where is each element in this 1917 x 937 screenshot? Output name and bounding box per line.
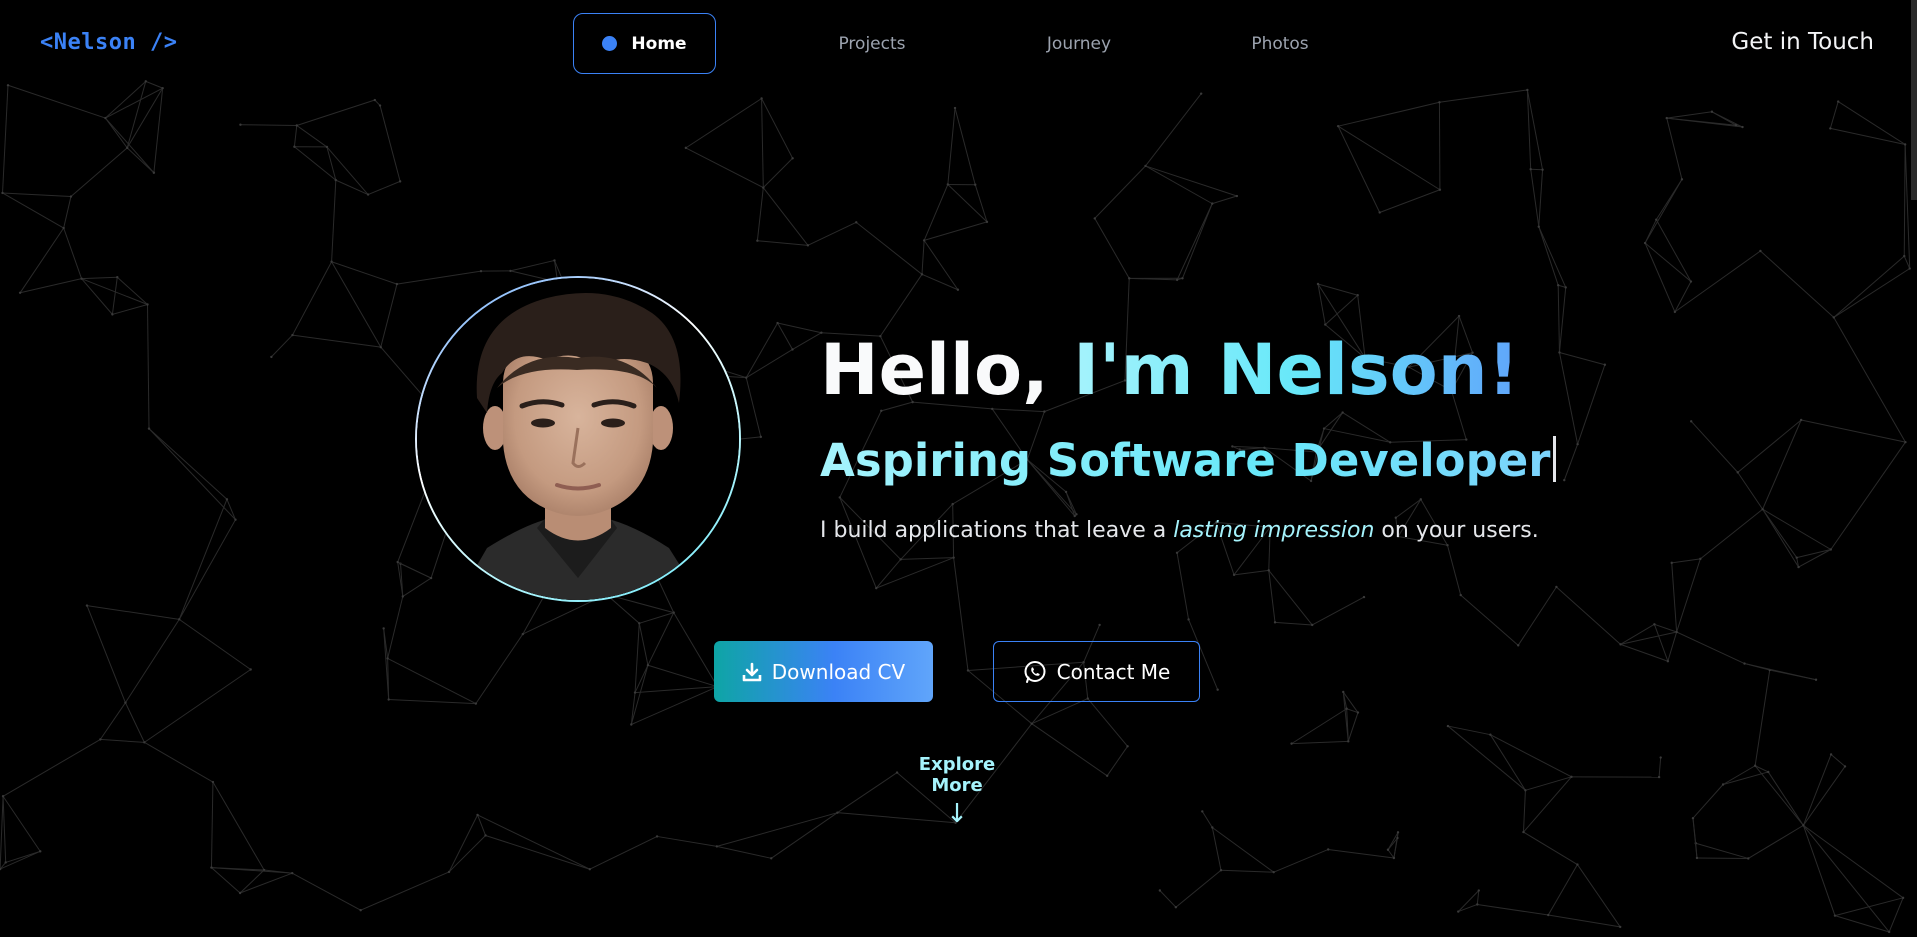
explore-more-link[interactable]: Explore More ↓: [896, 754, 1018, 828]
logo[interactable]: <Nelson />: [40, 30, 177, 55]
nav-item-home[interactable]: Home: [573, 13, 716, 74]
hero-subtitle: Aspiring Software Developer: [820, 433, 1556, 489]
whatsapp-icon: [1023, 660, 1047, 684]
avatar: [415, 276, 741, 602]
download-cv-label: Download CV: [771, 659, 906, 684]
active-dot-icon: [602, 36, 618, 51]
portrait-illustration: [417, 278, 739, 600]
hero-desc-before: I build applications that leave a: [820, 518, 1174, 543]
nav-item-label: Projects: [838, 33, 906, 54]
contact-me-label: Contact Me: [1056, 659, 1171, 684]
download-cv-button[interactable]: Download CV: [714, 641, 933, 702]
typing-caret: [1552, 436, 1556, 482]
contact-me-button[interactable]: Contact Me: [993, 641, 1200, 702]
hero-desc-emphasis: lasting impression: [1173, 518, 1375, 543]
nav-item-label: Journey: [1046, 33, 1112, 54]
hero-subtitle-text: Aspiring Software Developer: [820, 434, 1551, 487]
nav-item-label: Photos: [1251, 33, 1309, 54]
nav-item-projects[interactable]: Projects: [829, 13, 915, 74]
nav-item-journey[interactable]: Journey: [1035, 13, 1123, 74]
hero-title: Hello, I'm Nelson!: [820, 330, 1519, 410]
avatar-photo: [417, 278, 739, 600]
nav-item-photos[interactable]: Photos: [1239, 13, 1321, 74]
navbar: <Nelson /> Home Projects Journey Photos …: [0, 0, 1917, 90]
page: <Nelson /> Home Projects Journey Photos …: [0, 0, 1917, 937]
hero-title-highlight: I'm Nelson!: [1073, 329, 1520, 411]
download-icon: [742, 662, 762, 682]
nav-item-label: Home: [631, 33, 687, 54]
explore-more-label: Explore More: [918, 754, 996, 796]
hero-desc-after: on your users.: [1374, 518, 1539, 543]
arrow-down-icon: ↓: [946, 799, 968, 829]
get-in-touch-link[interactable]: Get in Touch: [1731, 29, 1874, 55]
scrollbar[interactable]: [1911, 0, 1917, 200]
hero-title-plain: Hello,: [820, 329, 1074, 411]
hero-description: I build applications that leave a lastin…: [820, 518, 1539, 543]
